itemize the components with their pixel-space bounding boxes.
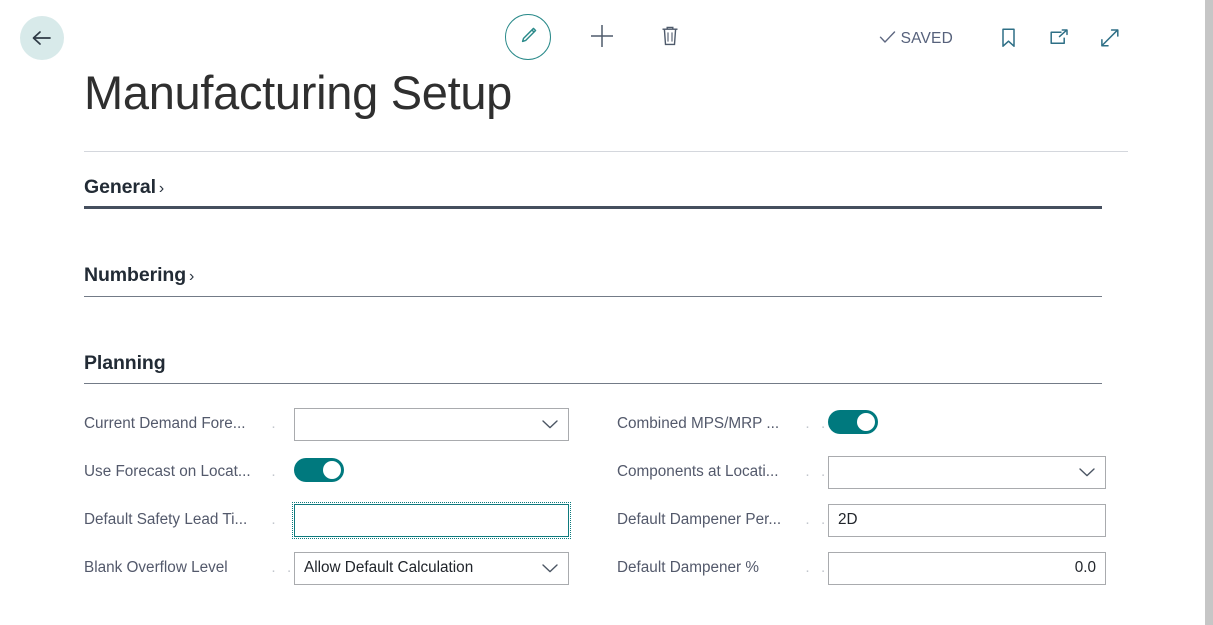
field-combined-mps-mrp: Combined MPS/MRP ... · · [617, 400, 1117, 448]
bookmark-icon [1000, 27, 1017, 52]
field-value: 2D [838, 511, 858, 528]
field-label: Default Dampener % [617, 559, 759, 576]
default-safety-lead-time-input[interactable] [292, 501, 571, 539]
trash-icon [659, 24, 681, 51]
field-value: Allow Default Calculation [304, 559, 474, 576]
field-components-at-location: Components at Locati... · · [617, 448, 1117, 496]
blank-overflow-level-dropdown[interactable]: Allow Default Calculation [294, 551, 569, 585]
open-in-new-window-icon [1048, 28, 1070, 51]
control-wrapper: Allow Default Calculation [294, 551, 569, 585]
section-rule-planning [84, 383, 1102, 384]
new-button[interactable] [585, 20, 619, 54]
default-dampener-percent-input[interactable]: 0.0 [828, 551, 1106, 585]
section-title-general: General [84, 176, 156, 198]
toolbar-right-actions: SAVED [879, 22, 1127, 56]
control-wrapper: 0.0 [828, 551, 1106, 585]
chevron-right-icon: › [158, 180, 165, 197]
chevron-right-icon: › [189, 268, 195, 285]
section-header-general[interactable]: General › [84, 176, 1104, 199]
default-dampener-period-input[interactable]: 2D [828, 503, 1106, 537]
back-button[interactable] [20, 16, 64, 60]
pencil-icon [518, 25, 539, 49]
control-wrapper [292, 501, 571, 539]
edit-button[interactable] [505, 14, 551, 60]
field-value: 0.0 [1074, 559, 1096, 576]
control-wrapper [828, 409, 878, 439]
field-default-safety-lead-time: Default Safety Lead Ti... · [84, 496, 574, 544]
combined-mps-mrp-toggle[interactable] [828, 409, 878, 434]
toggle-knob [323, 460, 341, 479]
section-title-numbering: Numbering [84, 264, 187, 286]
chevron-down-icon [541, 562, 559, 574]
delete-button[interactable] [653, 20, 687, 54]
expand-button[interactable] [1093, 22, 1127, 56]
section-rule-numbering [84, 296, 1102, 297]
bookmark-button[interactable] [991, 22, 1025, 56]
field-label: Combined MPS/MRP ... [617, 415, 780, 432]
field-label: Components at Locati... [617, 463, 779, 480]
control-wrapper [294, 457, 344, 487]
control-wrapper [828, 455, 1106, 489]
status-badge-saved: SAVED [879, 30, 953, 49]
title-divider [84, 151, 1128, 152]
field-label: Blank Overflow Level [84, 559, 228, 576]
field-default-dampener-percent: Default Dampener % · · · · 0.0 [617, 544, 1117, 592]
open-in-new-window-button[interactable] [1042, 22, 1076, 56]
toolbar-center-actions [505, 14, 687, 60]
section-header-numbering[interactable]: Numbering › [84, 264, 1104, 287]
field-blank-overflow-level: Blank Overflow Level · · · · Allow Defau… [84, 544, 574, 592]
chevron-down-icon [1078, 466, 1096, 478]
section-header-planning[interactable]: Planning [84, 352, 1104, 375]
planning-right-column: Combined MPS/MRP ... · · Components at L… [617, 400, 1117, 592]
plus-icon [588, 22, 616, 53]
current-demand-forecast-dropdown[interactable] [294, 407, 569, 441]
field-use-forecast-on-locations: Use Forecast on Locat... · [84, 448, 574, 496]
page-title: Manufacturing Setup [84, 66, 513, 119]
chevron-down-icon [541, 418, 559, 430]
window-actions [991, 22, 1127, 56]
check-icon [879, 30, 896, 49]
control-wrapper [294, 407, 569, 441]
expand-diagonal-icon [1099, 27, 1121, 52]
control-wrapper: 2D [828, 503, 1106, 537]
saved-label: SAVED [900, 30, 953, 47]
field-label: Default Dampener Per... [617, 511, 782, 528]
use-forecast-on-locations-toggle[interactable] [294, 457, 344, 482]
toggle-knob [857, 412, 875, 431]
field-label: Current Demand Fore... [84, 415, 246, 432]
field-label: Default Safety Lead Ti... [84, 511, 248, 528]
field-current-demand-forecast: Current Demand Fore... · [84, 400, 574, 448]
field-label: Use Forecast on Locat... [84, 463, 251, 480]
components-at-location-dropdown[interactable] [828, 455, 1106, 489]
page-root: SAVED Manufacturing Setup General › Numb… [0, 0, 1213, 625]
section-rule-general [84, 206, 1102, 209]
vertical-scrollbar-thumb[interactable] [1205, 0, 1213, 625]
back-arrow-icon [30, 28, 54, 48]
planning-left-column: Current Demand Fore... · Use Forecast on… [84, 400, 574, 592]
vertical-scrollbar-track[interactable] [1205, 0, 1213, 625]
field-default-dampener-period: Default Dampener Per... · · 2D [617, 496, 1117, 544]
section-title-planning: Planning [84, 352, 166, 374]
